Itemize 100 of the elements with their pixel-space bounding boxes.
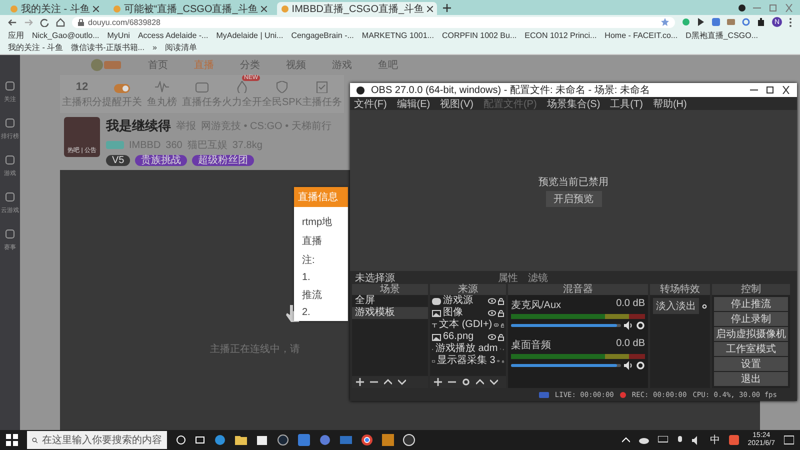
cloud-icon[interactable] xyxy=(638,436,649,444)
bookmark[interactable]: ECON 1012 Princi... xyxy=(524,30,597,41)
browser-tab[interactable]: IMBBD直播_CSGO直播_斗鱼 xyxy=(276,2,438,15)
add-icon[interactable] xyxy=(434,378,442,386)
folder-icon[interactable] xyxy=(235,434,247,446)
bookmark[interactable]: MyUni xyxy=(107,30,130,41)
toolbar-button[interactable]: 滤镜 xyxy=(525,270,551,284)
control-button[interactable]: 启动虚拟摄像机 xyxy=(714,327,788,341)
envelope-icon[interactable] xyxy=(340,434,352,446)
new-tab-icon[interactable] xyxy=(443,4,452,12)
outline-icon[interactable] xyxy=(5,229,15,239)
control-button[interactable]: 设置 xyxy=(714,357,788,371)
settings-icon[interactable] xyxy=(636,321,645,330)
star-icon[interactable] xyxy=(661,18,669,26)
toggle-icon[interactable] xyxy=(114,84,130,93)
add-icon[interactable] xyxy=(356,378,364,386)
source-item[interactable]: 游戏播放 adm xyxy=(435,343,498,355)
outline-icon[interactable] xyxy=(5,192,15,202)
bookmark[interactable]: CengageBrain -... xyxy=(291,30,354,41)
notification-icon[interactable] xyxy=(784,435,794,445)
menu-item[interactable]: 编辑(E) xyxy=(396,96,430,110)
settings-icon[interactable] xyxy=(462,378,470,386)
close-icon[interactable] xyxy=(92,6,99,12)
settings-icon[interactable] xyxy=(636,361,645,370)
close-icon[interactable] xyxy=(260,6,267,12)
badge-button[interactable]: 超级粉丝团 xyxy=(192,155,254,166)
menu-item[interactable]: 场景集合(S) xyxy=(546,96,600,110)
bookmark[interactable]: Home - FACEIT.co... xyxy=(604,30,678,41)
scene-item[interactable]: 全屏 xyxy=(352,295,428,307)
toolbar-button[interactable]: 属性 xyxy=(495,270,521,284)
bookmark[interactable]: MyAdelaide | Uni... xyxy=(216,30,284,41)
menu-icon[interactable] xyxy=(789,18,792,26)
caret-icon[interactable] xyxy=(622,437,630,443)
menu-item[interactable]: 帮助(H) xyxy=(652,96,687,110)
circle-icon[interactable] xyxy=(176,435,186,445)
outline-icon[interactable] xyxy=(5,118,15,128)
bookmark[interactable]: 应用 xyxy=(8,30,24,41)
close-icon[interactable] xyxy=(781,86,791,94)
bookmark[interactable]: Nick_Gao@outlo... xyxy=(32,30,100,41)
badge-button[interactable]: 贵族挑战 xyxy=(135,155,188,166)
control-button[interactable]: 停止录制 xyxy=(714,312,788,326)
down-icon[interactable] xyxy=(398,378,406,386)
reload-icon[interactable] xyxy=(40,18,49,26)
menu-item[interactable]: 文件(F) xyxy=(354,96,387,110)
speaker-icon[interactable] xyxy=(624,361,633,370)
source-item[interactable]: 游戏源 xyxy=(443,295,486,307)
maximize-icon[interactable] xyxy=(765,86,775,94)
settings-icon[interactable] xyxy=(702,302,707,310)
outline-icon[interactable] xyxy=(5,81,15,91)
clipboard-icon[interactable] xyxy=(316,81,328,93)
source-status: 未选择源 xyxy=(355,272,395,284)
bookmark[interactable]: 我的关注 - 斗鱼 xyxy=(8,42,64,53)
transition-dropdown[interactable]: 淡入淡出 xyxy=(653,298,699,314)
search-field[interactable]: 在这里输入你要搜索的内容 xyxy=(27,431,167,449)
up-icon[interactable] xyxy=(384,378,392,386)
dialog-text: 注: xyxy=(302,254,315,267)
bookmark[interactable]: Access Adelaide -... xyxy=(138,30,208,41)
menu-item[interactable]: 工具(T) xyxy=(610,96,643,110)
browser-tab[interactable]: 可能被“直播_CSGO直播_斗鱼 xyxy=(108,2,271,15)
scene-item[interactable]: 游戏模板 xyxy=(352,307,428,319)
back-icon[interactable] xyxy=(8,18,17,26)
volume-slider[interactable] xyxy=(511,364,621,367)
volume-slider[interactable] xyxy=(511,324,621,327)
control-button[interactable]: 停止推流 xyxy=(714,297,788,311)
menu-item[interactable]: 视图(V) xyxy=(440,96,474,110)
dock-title: 混音器 xyxy=(508,284,648,295)
enable-preview-button[interactable]: 开启预览 xyxy=(546,190,602,206)
preview-message: 预览当前已禁用 xyxy=(538,176,608,188)
input-method-indicator[interactable]: 中 xyxy=(710,433,720,447)
down-icon[interactable] xyxy=(490,378,498,386)
network-icon[interactable] xyxy=(658,436,668,444)
control-button[interactable]: 退出 xyxy=(714,372,788,386)
badge-button[interactable]: V5 xyxy=(106,155,130,166)
bookmark[interactable]: MARKETNG 1001... xyxy=(362,30,434,41)
microphone-icon[interactable] xyxy=(676,436,683,444)
fish-icon xyxy=(280,4,289,12)
bookmark[interactable]: 阅读清单 xyxy=(164,42,197,53)
obs-icon[interactable] xyxy=(403,434,415,446)
source-item[interactable]: 文本 (GDI+) xyxy=(439,319,492,331)
up-icon[interactable] xyxy=(476,378,484,386)
bookmark[interactable]: 微信读书-正版书籍... xyxy=(71,42,144,53)
source-item[interactable]: 显示器采集 3 xyxy=(437,355,496,367)
obs-logo-icon xyxy=(356,86,365,94)
address-field[interactable]: douyu.com/6839828 xyxy=(72,16,675,28)
task-view-icon[interactable] xyxy=(195,435,205,445)
windows-icon[interactable] xyxy=(6,434,18,446)
bookmark[interactable]: » xyxy=(152,42,157,53)
control-button[interactable]: 工作室模式 xyxy=(714,342,788,356)
source-item[interactable]: 图像 xyxy=(443,307,486,319)
home-icon[interactable] xyxy=(56,18,65,26)
browser-tab[interactable]: 我的关注 - 斗鱼 xyxy=(6,2,103,15)
speaker-icon[interactable] xyxy=(624,321,633,330)
chrome-icon[interactable] xyxy=(361,434,373,446)
close-icon[interactable] xyxy=(427,6,434,12)
record-icon xyxy=(620,392,626,398)
outline-icon[interactable] xyxy=(5,155,15,165)
record-icon[interactable] xyxy=(738,4,746,12)
bookmark[interactable]: CORPFIN 1002 Bu... xyxy=(442,30,517,41)
source-item[interactable]: 66.png xyxy=(443,331,486,343)
bookmark[interactable]: D黑袍直播_CSGO... xyxy=(686,30,758,41)
